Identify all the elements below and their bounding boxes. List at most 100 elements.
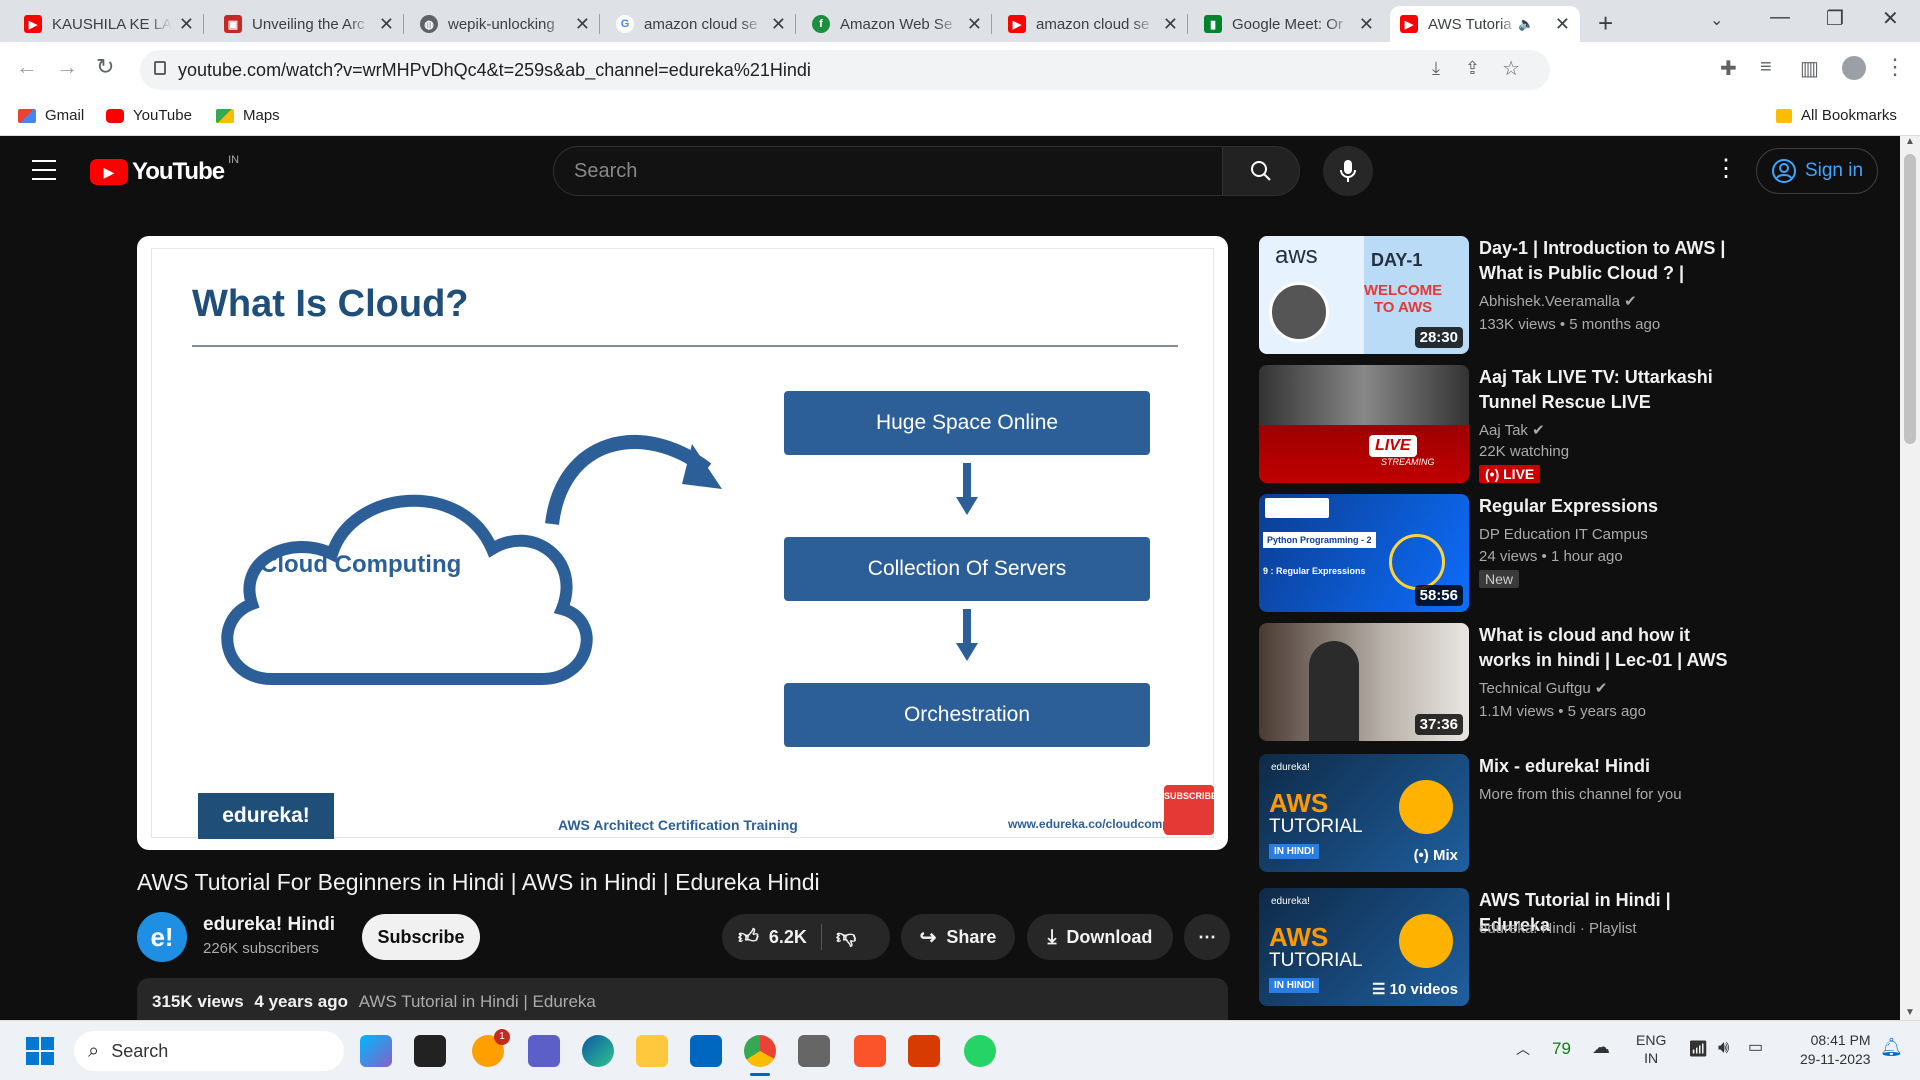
teams-icon[interactable] xyxy=(528,1035,560,1067)
brave-icon[interactable] xyxy=(854,1035,886,1067)
minimize-button[interactable]: — xyxy=(1770,6,1790,29)
reload-button[interactable]: ↻ xyxy=(96,54,114,80)
close-icon[interactable]: ✕ xyxy=(1359,14,1374,35)
recommendation-item[interactable]: aws DAY-1 WELCOME TO AWS 28:30 Day-1 | I… xyxy=(1259,236,1725,354)
search-button[interactable] xyxy=(1222,146,1300,196)
browser-tab[interactable]: G amazon cloud se ✕ xyxy=(606,6,796,42)
taskbar-search[interactable]: ⌕ Search xyxy=(74,1031,344,1071)
settings-menu-icon[interactable]: ⋮ xyxy=(1714,154,1738,183)
more-actions-button[interactable]: ⋯ xyxy=(1184,914,1230,960)
video-thumbnail[interactable]: 37:36 xyxy=(1259,623,1469,741)
recommendation-item[interactable]: Python Programming - 2 9 : Regular Expre… xyxy=(1259,494,1679,612)
recommendation-item[interactable]: edureka! AWS TUTORIAL IN HINDI (•) Mix M… xyxy=(1259,754,1682,872)
video-player[interactable]: What Is Cloud? Cloud Computing Huge Spac… xyxy=(137,236,1228,850)
browser-tab-active[interactable]: ▶ AWS Tutoria 🔈 ✕ xyxy=(1390,6,1580,42)
playlist-link[interactable]: AWS Tutorial in Hindi | Edureka xyxy=(359,992,596,1011)
video-thumbnail[interactable]: edureka! AWS TUTORIAL IN HINDI (•) Mix xyxy=(1259,754,1469,872)
recommendation-item[interactable]: edureka! AWS TUTORIAL IN HINDI ☰ 10 vide… xyxy=(1259,888,1679,1006)
browser-tab[interactable]: ▣ Unveiling the Arc ✕ xyxy=(214,6,404,42)
close-icon[interactable]: ✕ xyxy=(379,14,394,35)
recommendation-item[interactable]: 37:36 What is cloud and how it works in … xyxy=(1259,623,1727,741)
close-window-button[interactable]: ✕ xyxy=(1882,6,1899,31)
close-icon[interactable]: ✕ xyxy=(179,14,194,35)
like-button[interactable]: 👍︎ xyxy=(738,925,759,949)
close-icon[interactable]: ✕ xyxy=(771,14,786,35)
subscribe-watermark[interactable]: SUBSCRIBE xyxy=(1164,785,1217,835)
recommendation-item[interactable]: LIVE STREAMING Aaj Tak LIVE TV: Uttarkas… xyxy=(1259,365,1713,483)
language-indicator[interactable]: ENG IN xyxy=(1636,1031,1666,1067)
browser-tab[interactable]: ◍ wepik-unlocking ✕ xyxy=(410,6,600,42)
subscribe-button[interactable]: Subscribe xyxy=(362,914,480,960)
bookmark-gmail[interactable]: Gmail xyxy=(18,107,84,124)
rec-title: Mix - edureka! Hindi xyxy=(1479,756,1651,776)
back-button[interactable]: ← xyxy=(16,54,38,80)
sign-in-button[interactable]: Sign in xyxy=(1756,148,1878,194)
rec-title: Day-1 | Introduction to AWS | What is Pu… xyxy=(1479,238,1726,283)
whatsapp-icon[interactable] xyxy=(964,1035,996,1067)
speaker-icon[interactable]: 🔈 xyxy=(1518,16,1534,32)
close-icon[interactable]: ✕ xyxy=(1555,14,1570,35)
close-icon[interactable]: ✕ xyxy=(575,14,590,35)
search-input[interactable]: Search xyxy=(553,146,1223,196)
tab-search-icon[interactable]: ⌄ xyxy=(1710,10,1723,30)
close-icon[interactable]: ✕ xyxy=(967,14,982,35)
windows-start-icon[interactable] xyxy=(26,1037,54,1065)
scroll-up-icon[interactable]: ▲ xyxy=(1905,136,1915,147)
volume-icon[interactable]: 🔊︎ xyxy=(1718,1037,1729,1058)
star-icon[interactable]: ☆ xyxy=(1502,56,1520,81)
slide-course: AWS Architect Certification Training xyxy=(558,817,798,833)
menu-icon[interactable]: ⋮ xyxy=(1884,54,1906,80)
video-thumbnail[interactable]: aws DAY-1 WELCOME TO AWS 28:30 xyxy=(1259,236,1469,354)
rec-channel-name: Aaj Tak xyxy=(1479,422,1528,439)
forward-button[interactable]: → xyxy=(56,54,78,80)
chrome-icon[interactable] xyxy=(744,1035,776,1067)
powerpoint-icon[interactable] xyxy=(908,1035,940,1067)
download-button[interactable]: ⤓ Download xyxy=(1027,914,1173,960)
copilot-icon[interactable] xyxy=(360,1035,392,1067)
battery-icon[interactable]: ▭ xyxy=(1748,1037,1763,1057)
dislike-button[interactable]: 👎︎ xyxy=(836,925,856,949)
aqi-value[interactable]: 79 xyxy=(1552,1039,1571,1059)
all-bookmarks[interactable]: All Bookmarks xyxy=(1776,107,1897,124)
bookmark-maps[interactable]: Maps xyxy=(216,107,280,124)
app-icon[interactable]: 1 xyxy=(472,1029,510,1067)
hamburger-menu-icon[interactable] xyxy=(32,160,56,180)
store-icon[interactable] xyxy=(690,1035,722,1067)
page-scrollbar[interactable]: ▲ ▼ xyxy=(1900,136,1920,1020)
browser-tab[interactable]: f Amazon Web Se ✕ xyxy=(802,6,992,42)
wifi-icon[interactable]: 📶︎ xyxy=(1688,1039,1708,1059)
notification-bell-icon[interactable]: 🔔︎ xyxy=(1880,1037,1903,1058)
media-queue-icon[interactable]: ≡ xyxy=(1760,56,1772,79)
bookmark-youtube[interactable]: YouTube xyxy=(106,107,192,124)
clock[interactable]: 08:41 PM 29-11-2023 xyxy=(1800,1031,1871,1069)
channel-avatar[interactable]: e! xyxy=(137,912,187,962)
file-explorer-icon[interactable] xyxy=(636,1035,668,1067)
scrollbar-thumb[interactable] xyxy=(1904,154,1916,444)
divider xyxy=(820,924,822,950)
video-thumbnail[interactable]: Python Programming - 2 9 : Regular Expre… xyxy=(1259,494,1469,612)
video-thumbnail[interactable]: LIVE STREAMING xyxy=(1259,365,1469,483)
video-thumbnail[interactable]: edureka! AWS TUTORIAL IN HINDI ☰ 10 vide… xyxy=(1259,888,1469,1006)
browser-tab[interactable]: ▮ Google Meet: Or ✕ xyxy=(1194,6,1384,42)
profile-icon[interactable] xyxy=(1842,56,1866,80)
share-page-icon[interactable]: ⇪ xyxy=(1465,58,1480,79)
install-icon[interactable]: ⤓ xyxy=(1432,58,1440,79)
side-panel-icon[interactable]: ▥ xyxy=(1800,56,1819,81)
new-tab-button[interactable]: + xyxy=(1598,8,1613,39)
network-status-icon[interactable]: ☁ xyxy=(1592,1037,1610,1058)
channel-name[interactable]: edureka! Hindi xyxy=(203,914,335,936)
voice-search-button[interactable] xyxy=(1323,146,1373,196)
close-icon[interactable]: ✕ xyxy=(1163,14,1178,35)
edge-icon[interactable] xyxy=(582,1035,614,1067)
task-view-icon[interactable] xyxy=(414,1035,446,1067)
share-button[interactable]: ↪ Share xyxy=(901,914,1015,960)
browser-tab[interactable]: ▶ KAUSHILA KE LA ✕ xyxy=(14,6,204,42)
youtube-logo[interactable]: ▶ YouTube IN xyxy=(90,154,239,186)
maximize-button[interactable]: ❐ xyxy=(1826,6,1844,31)
browser-tab[interactable]: ▶ amazon cloud se ✕ xyxy=(998,6,1188,42)
extensions-icon[interactable]: ✚ xyxy=(1720,56,1737,81)
camera-icon[interactable] xyxy=(798,1035,830,1067)
address-bar[interactable]: youtube.com/watch?v=wrMHPvDhQc4&t=259s&a… xyxy=(140,50,1550,90)
scroll-down-icon[interactable]: ▼ xyxy=(1905,1007,1915,1018)
show-hidden-icons[interactable]: ︿ xyxy=(1516,1039,1530,1059)
